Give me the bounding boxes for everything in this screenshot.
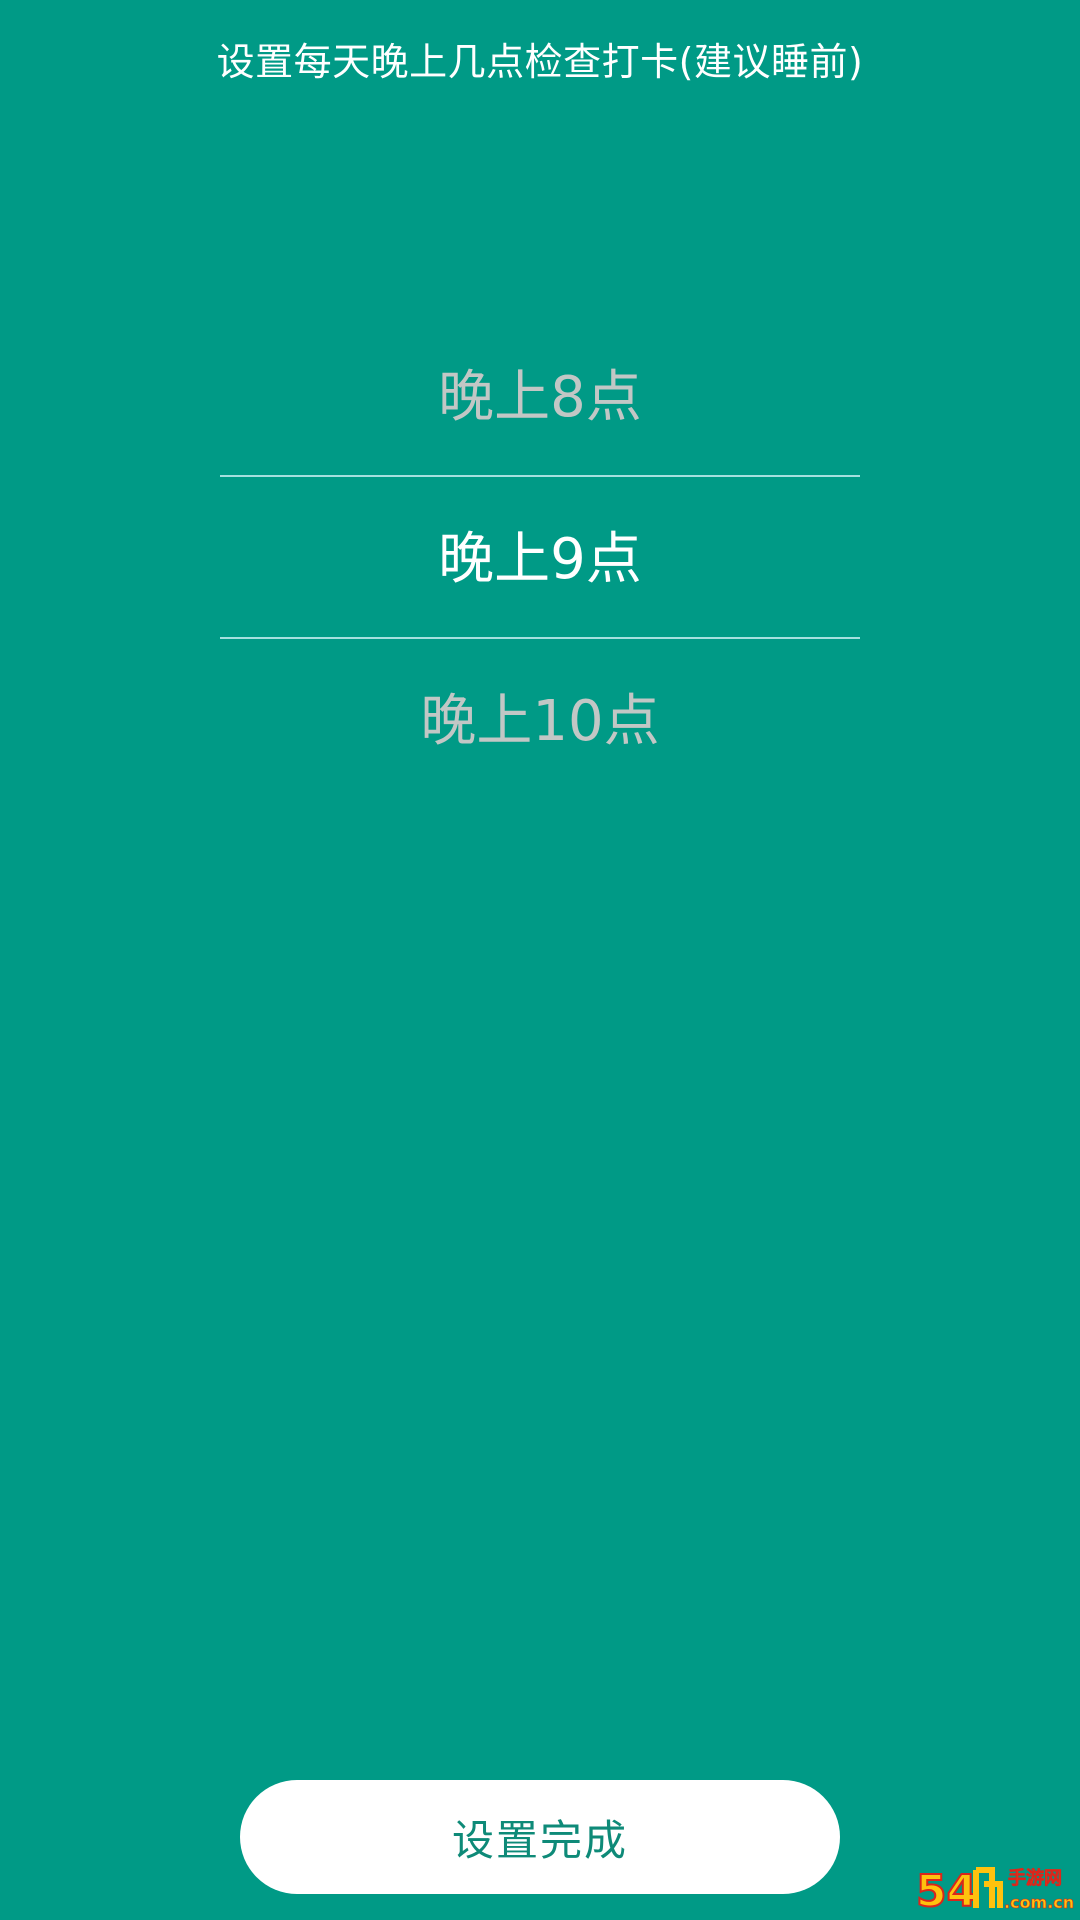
time-picker[interactable]: 晚上8点 晚上9点 晚上10点	[0, 320, 1080, 800]
page-title: 设置每天晚上几点检查打卡(建议睡前)	[216, 40, 864, 84]
watermark-glyph	[973, 1867, 1003, 1908]
site-watermark-logo: 54 手游网 .com.cn	[915, 1865, 1074, 1916]
watermark-number: 54	[916, 1866, 977, 1916]
picker-divider-top	[220, 475, 860, 477]
watermark-domain: .com.cn	[1004, 1893, 1074, 1912]
watermark-site-name: 手游网	[1008, 1867, 1062, 1889]
picker-option-9pm-selected[interactable]: 晚上9点	[0, 520, 1080, 600]
done-button[interactable]: 设置完成	[240, 1780, 840, 1894]
picker-option-10pm[interactable]: 晚上10点	[0, 682, 1080, 762]
picker-divider-bottom	[220, 637, 860, 639]
picker-option-8pm[interactable]: 晚上8点	[0, 358, 1080, 438]
